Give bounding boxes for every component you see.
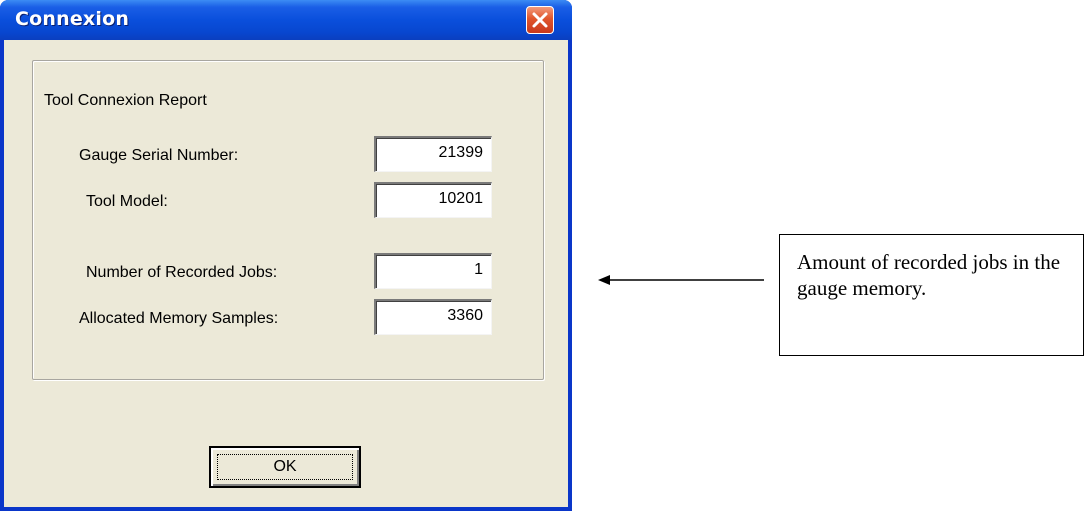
recorded-jobs-field[interactable]: 1 [374,253,492,289]
annotation-callout: Amount of recorded jobs in the gauge mem… [779,234,1084,356]
memory-samples-label: Allocated Memory Samples: [79,310,279,327]
recorded-jobs-label: Number of Recorded Jobs: [86,264,278,281]
close-button[interactable] [526,6,554,34]
gauge-serial-label: Gauge Serial Number: [79,147,239,164]
ok-button[interactable]: OK [209,446,361,488]
group-legend: Tool Connexion Report [41,91,210,111]
title-bar[interactable]: Connexion [0,0,572,40]
gauge-serial-field[interactable]: 21399 [374,136,492,172]
tool-model-field[interactable]: 10201 [374,182,492,218]
left-arrow-icon [598,275,764,285]
tool-model-label: Tool Model: [86,193,168,210]
memory-samples-field[interactable]: 3360 [374,299,492,335]
ok-button-label: OK [273,458,297,475]
close-x-icon [532,12,548,28]
window-title: Connexion [15,8,130,30]
